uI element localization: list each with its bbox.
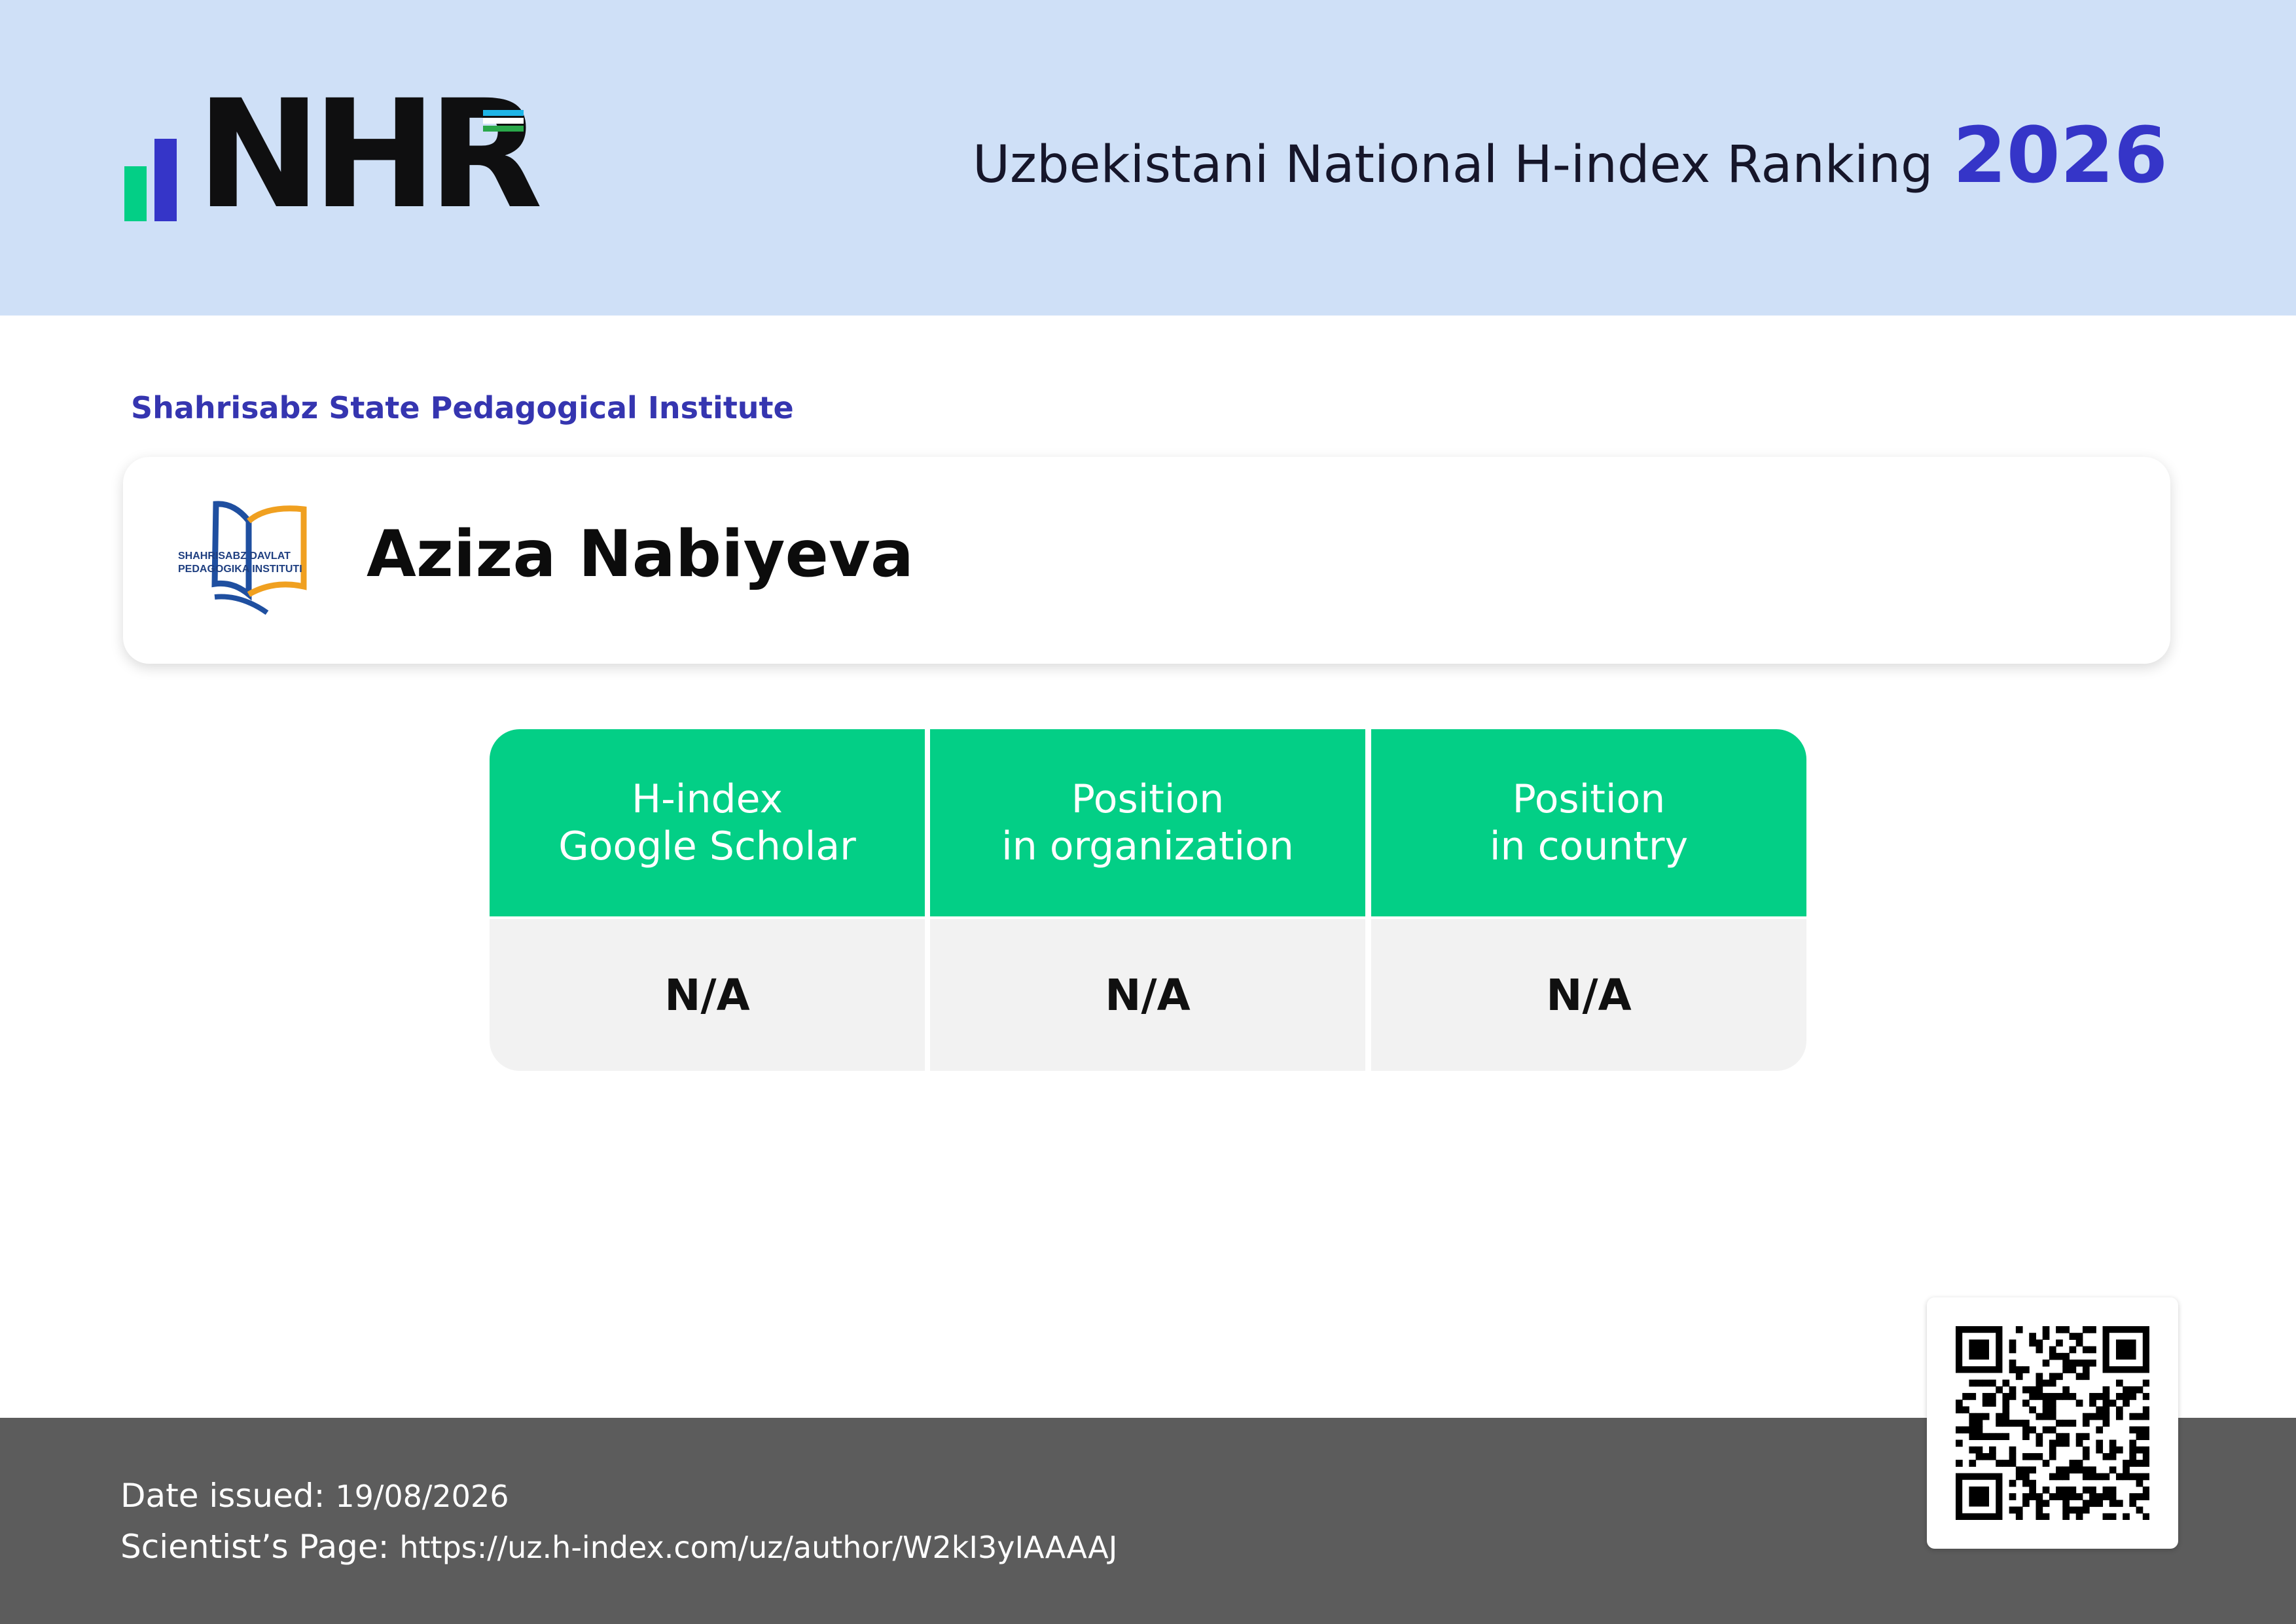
stat-value: N/A (930, 919, 1365, 1071)
stat-header-line1: Position (1071, 776, 1225, 822)
stat-value: N/A (490, 919, 925, 1071)
header-banner: NHR Uzbekistani National H-index Ranking… (0, 0, 2296, 316)
institute-logo-line2: PEDAGOGIKA INSTITUTI (178, 564, 302, 575)
date-issued: Date issued: 19/08/2026 (120, 1477, 509, 1515)
stat-value: N/A (1371, 919, 1806, 1071)
stat-header-line1: Position (1512, 776, 1666, 822)
logo-bar-blue (154, 139, 177, 221)
logo-bar-green (124, 166, 147, 221)
date-label: Date issued: (120, 1477, 325, 1515)
institute-logo-icon: SHAHRISABZ DAVLAT PEDAGOGIKA INSTITUTI (178, 501, 307, 615)
uzbek-flag-icon (483, 110, 524, 134)
institute-logo-line1: SHAHRISABZ DAVLAT (178, 550, 291, 562)
stat-header: Position in country (1371, 729, 1806, 916)
stats-table: H-index Google Scholar N/A Position in org… (490, 729, 1806, 1071)
qr-code[interactable] (1927, 1297, 2178, 1549)
stat-header-line1: H-index (632, 776, 783, 822)
institution-name: Shahrisabz State Pedagogical Institute (131, 390, 794, 425)
page-url-link[interactable]: https://uz.h-index.com/uz/author/W2kI3yI… (399, 1530, 1117, 1565)
stat-header-line2: in organization (1001, 823, 1294, 869)
scientist-page: Scientist’s Page: https://uz.h-index.com… (120, 1528, 1117, 1566)
logo-text: NHR (196, 67, 543, 242)
qr-code-icon (1956, 1326, 2149, 1520)
date-value: 19/08/2026 (335, 1479, 509, 1514)
nhr-logo: NHR (124, 80, 543, 229)
page-label: Scientist’s Page: (120, 1528, 389, 1566)
ranking-title: Uzbekistani National H-index Ranking (972, 135, 1933, 194)
stat-header: H-index Google Scholar (490, 729, 925, 916)
stat-header-line2: Google Scholar (558, 823, 856, 869)
stat-hindex: H-index Google Scholar N/A (490, 729, 925, 1071)
stat-position-country: Position in country N/A (1371, 729, 1806, 1071)
scientist-name: Aziza Nabiyeva (367, 517, 914, 592)
scientist-card: SHAHRISABZ DAVLAT PEDAGOGIKA INSTITUTI A… (123, 457, 2170, 664)
header-title: Uzbekistani National H-index Ranking 202… (973, 110, 2168, 202)
stat-header: Position in organization (930, 729, 1365, 916)
ranking-year: 2026 (1952, 110, 2168, 200)
stat-position-organization: Position in organization N/A (930, 729, 1365, 1071)
stat-header-line2: in country (1489, 823, 1689, 869)
